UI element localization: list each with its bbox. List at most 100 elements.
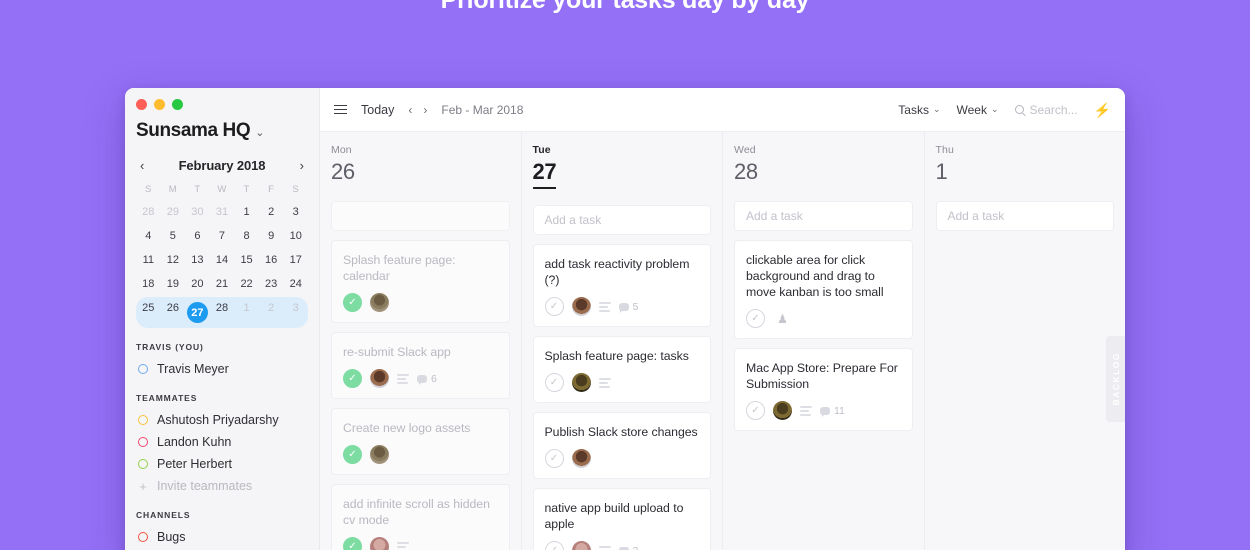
search-placeholder: Search... — [1029, 102, 1078, 117]
calendar-day[interactable]: 24 — [283, 272, 308, 296]
invite-teammates-button[interactable]: + Invite teammates — [136, 475, 308, 497]
avatar[interactable] — [571, 297, 591, 316]
task-complete-icon[interactable]: ✓ — [544, 449, 564, 468]
calendar-day[interactable]: 1 — [234, 296, 259, 329]
calendar-day[interactable]: 3 — [283, 200, 308, 224]
task-meta: ✓ — [544, 449, 700, 468]
avatar[interactable] — [571, 373, 591, 392]
calendar-day[interactable]: 21 — [210, 272, 235, 296]
calendar-day[interactable]: 30 — [185, 200, 210, 224]
user-travis-meyer[interactable]: Travis Meyer — [136, 358, 308, 380]
calendar-day[interactable]: 31 — [210, 200, 235, 224]
calendar-day[interactable]: 5 — [161, 224, 186, 248]
calendar-day[interactable]: 22 — [234, 272, 259, 296]
teammate-peter-herbert[interactable]: Peter Herbert — [136, 453, 308, 475]
avatar[interactable] — [370, 369, 389, 388]
calendar-dow-6: S — [292, 184, 299, 195]
calendar-day[interactable]: 4 — [136, 224, 161, 248]
task-complete-icon[interactable]: ✓ — [746, 309, 765, 328]
calendar-day[interactable]: 6 — [185, 224, 210, 248]
column-weekday-label: Mon — [331, 144, 352, 156]
calendar-day[interactable]: 3 — [283, 296, 308, 329]
avatar[interactable] — [773, 401, 792, 420]
calendar-day[interactable]: 12 — [161, 248, 186, 272]
task-card[interactable]: Create new logo assets ✓ — [331, 408, 510, 475]
status-ring-icon — [138, 532, 148, 542]
workspace-switcher[interactable]: Sunsama HQ ⌄ — [125, 110, 319, 142]
avatar[interactable]: ♟ — [773, 309, 792, 328]
avatar[interactable] — [370, 293, 389, 312]
add-task-input[interactable]: Add a task — [734, 201, 913, 231]
task-complete-icon[interactable]: ✓ — [544, 373, 564, 392]
calendar-day[interactable]: 20 — [185, 272, 210, 296]
task-complete-icon[interactable]: ✓ — [544, 541, 564, 550]
task-card[interactable]: native app build upload to apple✓2 — [532, 488, 711, 550]
avatar[interactable] — [571, 541, 591, 550]
backlog-tab[interactable]: BACKLOG — [1106, 336, 1125, 422]
calendar-day[interactable]: 29 — [161, 200, 186, 224]
task-card[interactable]: clickable area for click background and … — [734, 240, 913, 339]
calendar-day[interactable]: 28 — [210, 296, 235, 329]
task-complete-checked-icon[interactable]: ✓ — [343, 293, 362, 312]
week-view-dropdown[interactable]: Week ⌄ — [957, 103, 999, 117]
calendar-day[interactable]: 25 — [136, 296, 161, 329]
task-card[interactable]: add task reactivity problem (?) ✓ 5 — [532, 244, 711, 327]
task-complete-checked-icon[interactable]: ✓ — [343, 445, 362, 464]
minimize-window-button[interactable] — [154, 99, 165, 110]
lightning-icon[interactable]: ⚡ — [1094, 103, 1111, 117]
calendar-day[interactable]: 2 — [259, 296, 284, 329]
channel-bugs[interactable]: Bugs — [136, 526, 308, 548]
task-title: Splash feature page: tasks — [544, 349, 689, 363]
calendar-day[interactable]: 8 — [234, 224, 259, 248]
calendar-day-today[interactable]: 27 — [185, 296, 210, 329]
calendar-day[interactable]: 15 — [234, 248, 259, 272]
status-ring-icon — [138, 364, 148, 374]
calendar-day[interactable]: 17 — [283, 248, 308, 272]
task-card[interactable]: Splash feature page: calendar ✓ — [331, 240, 510, 323]
add-task-input[interactable]: Add a task — [532, 205, 711, 235]
calendar-day[interactable]: 28 — [136, 200, 161, 224]
calendar-day[interactable]: 19 — [161, 272, 186, 296]
avatar[interactable] — [370, 537, 389, 550]
tasks-filter-dropdown[interactable]: Tasks ⌄ — [898, 103, 940, 117]
calendar-day[interactable]: 18 — [136, 272, 161, 296]
zoom-window-button[interactable] — [172, 99, 183, 110]
next-week-button[interactable]: › — [423, 103, 427, 117]
calendar-next-month-button[interactable]: › — [300, 159, 304, 172]
search-input[interactable]: Search... — [1014, 102, 1078, 117]
task-card[interactable]: add infinite scroll as hidden cv mode ✓ — [331, 484, 510, 550]
app-window: Sunsama HQ ⌄ ‹ February 2018 › S M T W T F S 2… — [125, 88, 1125, 550]
calendar-day[interactable]: 13 — [185, 248, 210, 272]
task-complete-checked-icon[interactable]: ✓ — [343, 537, 362, 550]
avatar[interactable] — [370, 445, 389, 464]
add-task-input[interactable]: Add a task — [331, 201, 510, 231]
calendar-day[interactable]: 11 — [136, 248, 161, 272]
mini-calendar: ‹ February 2018 › SMTWTFS 28 29 30 31 1 2 3 4 5 6… — [125, 142, 319, 329]
calendar-day[interactable]: 2 — [259, 200, 284, 224]
today-button[interactable]: Today — [361, 103, 394, 117]
task-complete-icon[interactable]: ✓ — [746, 401, 765, 420]
task-card[interactable]: Splash feature page: tasks ✓ — [532, 336, 711, 403]
calendar-day[interactable]: 1 — [234, 200, 259, 224]
calendar-prev-month-button[interactable]: ‹ — [140, 159, 144, 172]
avatar[interactable] — [571, 449, 591, 468]
calendar-day[interactable]: 9 — [259, 224, 284, 248]
close-window-button[interactable] — [136, 99, 147, 110]
calendar-day[interactable]: 14 — [210, 248, 235, 272]
add-task-input[interactable]: Add a task — [935, 201, 1114, 231]
teammate-ashutosh-priyadarshy[interactable]: Ashutosh Priyadarshy — [136, 409, 308, 431]
calendar-day[interactable]: 7 — [210, 224, 235, 248]
prev-week-button[interactable]: ‹ — [408, 103, 412, 117]
task-complete-icon[interactable]: ✓ — [544, 297, 564, 316]
task-card[interactable]: re-submit Slack app ✓ 6 — [331, 332, 510, 399]
column-day-number: 28 — [734, 159, 758, 184]
task-card[interactable]: Publish Slack store changes ✓ — [532, 412, 711, 479]
task-complete-checked-icon[interactable]: ✓ — [343, 369, 362, 388]
teammate-landon-kuhn[interactable]: Landon Kuhn — [136, 431, 308, 453]
calendar-day[interactable]: 23 — [259, 272, 284, 296]
calendar-day[interactable]: 26 — [161, 296, 186, 329]
task-card[interactable]: Mac App Store: Prepare For Submission ✓ 11 — [734, 348, 913, 431]
calendar-day[interactable]: 16 — [259, 248, 284, 272]
hamburger-icon[interactable] — [334, 104, 347, 115]
calendar-day[interactable]: 10 — [283, 224, 308, 248]
